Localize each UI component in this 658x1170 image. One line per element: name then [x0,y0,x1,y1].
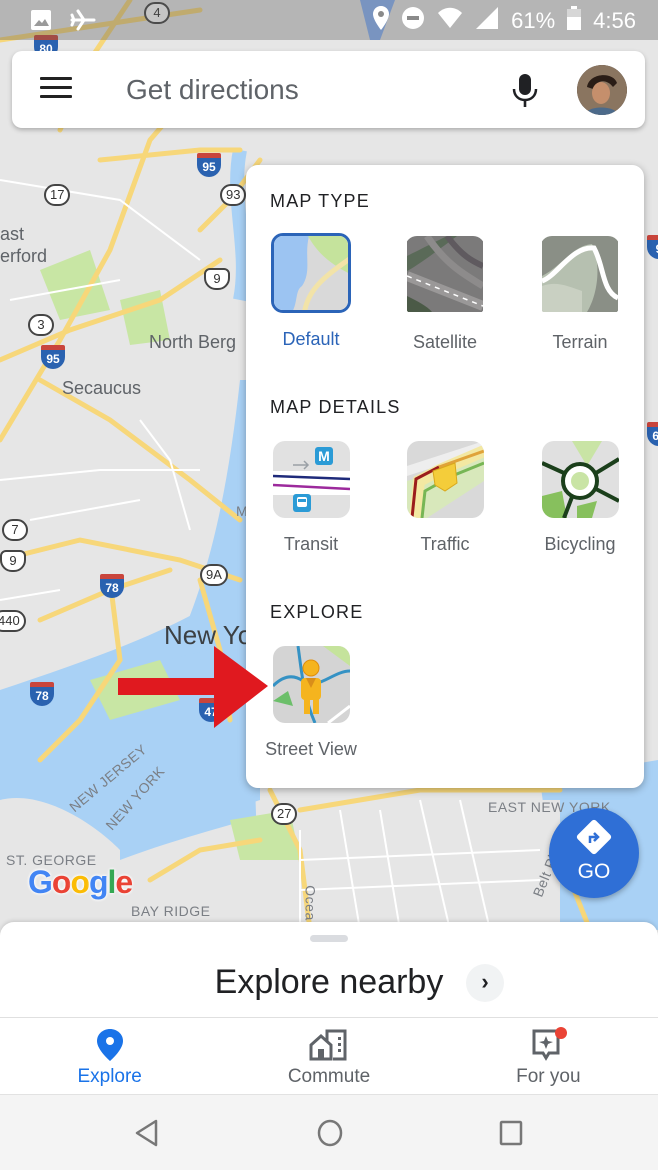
route-shield-440: 440 [0,610,26,632]
street-view-thumbnail [272,646,350,723]
explore-street-view[interactable]: Street View [251,646,371,760]
location-icon [373,6,390,36]
route-shield-9a: 9A [200,564,228,586]
wifi-icon [437,7,463,35]
transit-layer-thumbnail: M [272,441,350,518]
map-type-terrain-label: Terrain [552,332,608,352]
map-type-satellite[interactable]: Satellite [385,233,505,353]
battery-icon [567,6,582,36]
terrain-map-thumbnail [540,236,620,316]
map-details-traffic[interactable]: Traffic [385,441,505,555]
google-logo-letter: o [70,864,90,900]
bicycling-layer-thumbnail [541,441,619,518]
satellite-map-thumbnail [405,236,485,316]
back-icon[interactable] [134,1119,160,1152]
interstate-78-west: 78 [30,682,54,706]
system-navigation-bar [0,1094,658,1170]
gallery-icon [30,9,52,36]
map-type-satellite-label: Satellite [412,332,478,352]
go-button[interactable]: GO [549,808,639,898]
interstate-95-north: 95 [197,153,221,177]
clock-time: 4:56 [593,8,636,33]
chevron-right-icon[interactable]: › [466,964,504,1002]
battery-percentage: 61% [511,8,556,33]
notification-badge [555,1027,568,1039]
for-you-icon [439,1027,658,1062]
microphone-icon[interactable] [510,73,540,109]
map-label-bay-ridge: BAY RIDGE [131,903,211,919]
layers-panel: MAP TYPE Default Satellite Terrain MAP D… [246,165,644,788]
interstate-95: 95 [41,345,65,369]
map-details-bicycling-label: Bicycling [544,534,616,554]
explore-street-view-label: Street View [265,739,357,759]
map-label-rutherford: erford [0,246,48,266]
hamburger-menu-icon[interactable] [40,77,72,103]
search-input[interactable] [126,71,486,109]
annotation-arrow-icon [118,646,268,733]
google-logo-letter: e [115,864,133,900]
go-button-label: GO [577,860,611,883]
commute-icon [219,1028,438,1062]
status-bar: 61% 4:56 [0,0,658,40]
google-logo-letter: g [88,864,109,900]
tab-explore-label: Explore [77,1066,142,1087]
route-shield-27: 27 [271,803,298,825]
map-label-east-rutherford: ast [0,224,25,244]
turn-right-arrow-icon [588,832,600,843]
map-details-traffic-label: Traffic [420,534,470,554]
tab-commute-label: Commute [287,1066,371,1087]
map-type-terrain[interactable]: Terrain [520,233,640,353]
signal-icon [475,6,499,36]
route-shield-93: 93 [220,184,247,206]
route-shield-3: 3 [28,314,54,336]
search-bar [12,51,645,128]
google-logo-letter: o [51,864,72,900]
map-type-default-label: Default [282,329,340,349]
map-label-secaucus: Secaucus [62,378,142,398]
svg-text:M: M [318,448,330,464]
route-shield-us-9: 9 [204,268,230,290]
explore-heading: EXPLORE [270,602,364,622]
tab-commute[interactable]: Commute [219,1018,438,1094]
tab-for-you-label: For you [516,1066,581,1087]
map-type-default[interactable]: Default [251,233,371,350]
tab-for-you[interactable]: For you [439,1018,658,1094]
map-details-bicycling[interactable]: Bicycling [520,441,640,555]
map-details-transit[interactable]: M Transit [251,441,371,555]
recents-icon[interactable] [498,1119,524,1152]
explore-nearby-title[interactable]: Explore nearby [0,963,658,1002]
airplane-icon [70,9,96,36]
explore-nearby-label: Explore nearby [214,963,444,1001]
bottom-navigation: Explore Commute For you [0,1017,658,1094]
interstate-78-east: 78 [100,574,124,598]
default-map-thumbnail [271,233,351,313]
do-not-disturb-icon [401,6,425,36]
location-pin-icon [0,1028,219,1062]
map-label-north-bergen: North Berg [149,332,237,352]
traffic-layer-thumbnail [406,441,484,518]
map-details-heading: MAP DETAILS [270,397,401,417]
map-type-heading: MAP TYPE [270,191,370,211]
explore-bottom-sheet: Explore nearby › [0,922,658,1017]
user-avatar[interactable] [577,65,627,115]
home-icon[interactable] [316,1119,344,1152]
route-shield-17: 17 [44,184,71,206]
map-label-ocean-parkway: Ocea [302,885,319,921]
google-logo: Google [28,864,133,901]
tab-explore[interactable]: Explore [0,1018,219,1094]
route-shield-7: 7 [2,519,28,541]
route-shield-us-9-south: 9 [0,550,26,572]
map-details-transit-label: Transit [283,534,339,554]
sheet-drag-handle[interactable] [310,935,348,942]
google-logo-letter: G [28,864,53,900]
